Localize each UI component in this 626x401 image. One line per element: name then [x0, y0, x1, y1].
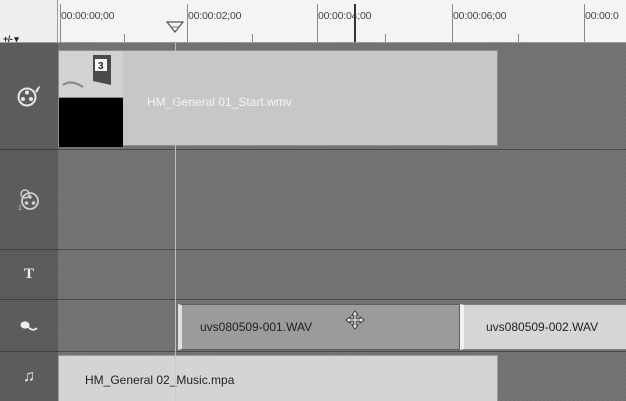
overlay-track-header[interactable]: 1: [0, 150, 58, 250]
thumbnail-image: 3: [59, 51, 123, 98]
music-track-header[interactable]: ♫: [0, 352, 58, 401]
playhead-marker-icon[interactable]: [165, 20, 185, 34]
timecode-label: 00:00:00;00: [61, 10, 115, 22]
ruler-tick: [317, 4, 318, 42]
track-header-column: 1 T ♫: [0, 43, 58, 401]
svg-text:1: 1: [18, 205, 22, 212]
timecode-label: 00:00:06;00: [453, 10, 507, 22]
overlay-track-lane[interactable]: [58, 150, 626, 250]
timecode-label: 00:00:02;00: [188, 10, 242, 22]
ruler-tick: [60, 4, 61, 42]
ruler-tick: [385, 34, 386, 42]
move-cursor-icon: [345, 310, 365, 330]
playhead-line[interactable]: [175, 43, 176, 401]
thumbnail-number: 3: [98, 61, 104, 72]
ruler-tick: [518, 34, 519, 42]
title-icon: T: [23, 266, 34, 282]
microphone-icon: [20, 320, 38, 331]
video-clip-name: HM_General 01_Start.wmv: [147, 95, 292, 109]
ruler-tick: [452, 4, 453, 42]
clip-thumbnail: 3: [59, 51, 123, 147]
title-track-lane[interactable]: [58, 250, 626, 300]
film-reel-icon: [17, 86, 40, 107]
music-clip-name: HM_General 02_Music.mpa: [85, 373, 235, 387]
ruler-tick: [584, 4, 585, 42]
voice-track-lane[interactable]: uvs080509-001.WAV uvs080509-002.WAV: [58, 300, 626, 352]
video-track-lane[interactable]: 3 HM_General 01_Start.wmv: [58, 43, 626, 150]
voice-clip[interactable]: uvs080509-002.WAV: [460, 304, 626, 350]
time-ruler[interactable]: 00:00:00;00 00:00:02;00 00:00:04;00 00:0…: [58, 0, 626, 43]
voice-track-header[interactable]: [0, 300, 58, 352]
ruler-tick: [252, 34, 253, 42]
video-clip[interactable]: 3 HM_General 01_Start.wmv: [58, 50, 498, 147]
ruler-corner: +/- ▾: [0, 0, 58, 44]
ruler-position-mark: [354, 4, 356, 42]
music-note-icon: ♫: [23, 367, 35, 385]
timecode-label: 00:00:0: [585, 10, 619, 22]
music-track-lane[interactable]: HM_General 02_Music.mpa: [58, 352, 626, 401]
voice-clip-name: uvs080509-002.WAV: [486, 320, 599, 334]
timecode-label: 00:00:04;00: [318, 10, 372, 22]
overlay-reel-icon: 1: [18, 188, 39, 212]
ruler-tick: [187, 4, 188, 42]
video-track-header[interactable]: [0, 43, 58, 150]
title-track-header[interactable]: T: [0, 250, 58, 300]
countdown-frame-icon: 3: [59, 51, 123, 97]
voice-clip-name: uvs080509-001.WAV: [200, 320, 313, 334]
ruler-tick: [124, 34, 125, 42]
timeline-editor: +/- ▾ 00:00:00;00 00:00:02;00 00:00:04;0…: [0, 0, 626, 401]
music-clip[interactable]: HM_General 02_Music.mpa: [58, 355, 498, 401]
voice-clip[interactable]: uvs080509-001.WAV: [178, 304, 460, 350]
